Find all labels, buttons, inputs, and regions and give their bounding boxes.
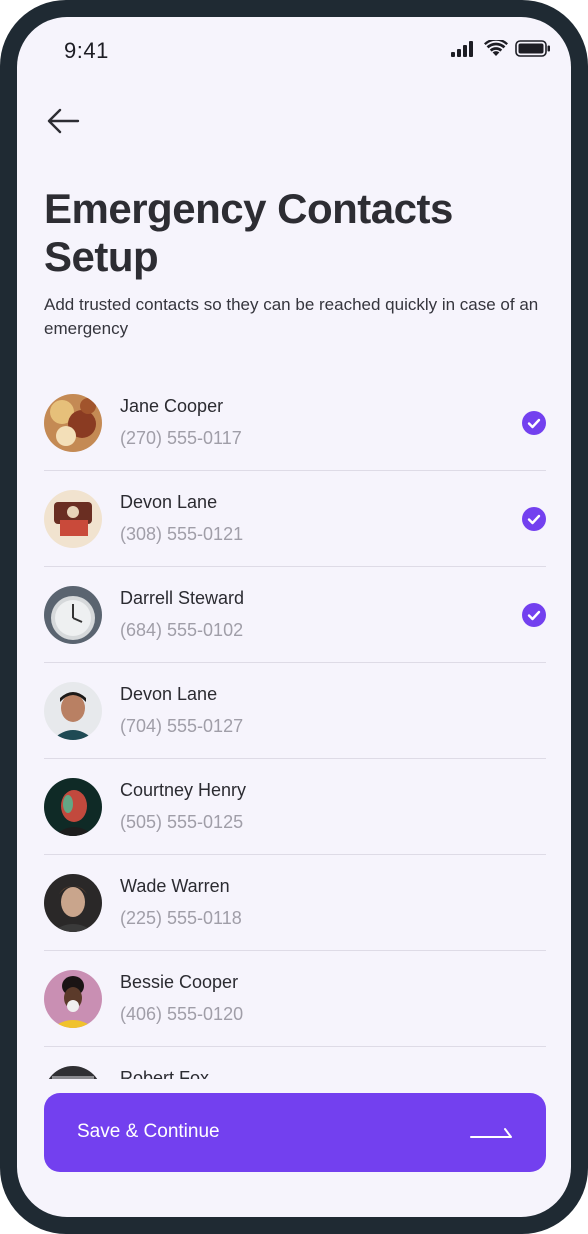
avatar — [44, 874, 102, 932]
page-title-line-2: Setup — [44, 233, 159, 280]
contact-name: Jane Cooper — [120, 396, 224, 416]
contact-list: Jane Cooper (270) 555-0117 Devon Lane (3… — [44, 375, 546, 1079]
page-title-line-1: Emergency Contacts — [44, 185, 453, 232]
page-title: Emergency Contacts Setup — [44, 185, 554, 281]
contact-row[interactable]: Courtney Henry (505) 555-0125 — [44, 759, 546, 855]
contact-name: Devon Lane — [120, 492, 218, 512]
contact-phone: (225) 555-0118 — [120, 908, 242, 928]
contact-name: Bessie Cooper — [120, 972, 239, 992]
avatar — [44, 682, 102, 740]
contact-row[interactable]: Robert Fox — [44, 1047, 546, 1079]
contact-name: Devon Lane — [120, 684, 218, 704]
screen: 9:41 Emergency Contacts Setup Add truste… — [17, 17, 571, 1217]
contact-row[interactable]: Devon Lane (704) 555-0127 — [44, 663, 546, 759]
avatar — [44, 394, 102, 452]
save-continue-button[interactable]: Save & Continue — [44, 1093, 546, 1172]
contact-name: Courtney Henry — [120, 780, 247, 800]
check-circle-icon[interactable] — [522, 411, 546, 435]
battery-icon — [515, 40, 550, 57]
arrow-right-icon — [470, 1128, 512, 1138]
avatar — [44, 490, 102, 548]
wifi-icon — [484, 40, 508, 56]
contact-name: Robert Fox — [120, 1068, 210, 1079]
contact-name: Darrell Steward — [120, 588, 245, 608]
contact-row[interactable]: Devon Lane (308) 555-0121 — [44, 471, 546, 567]
avatar — [44, 778, 102, 836]
back-button[interactable] — [44, 103, 84, 139]
signal-icon — [451, 40, 473, 57]
phone-frame: 9:41 Emergency Contacts Setup Add truste… — [0, 0, 588, 1234]
check-circle-icon[interactable] — [522, 507, 546, 531]
contact-name: Wade Warren — [120, 876, 230, 896]
contact-phone: (308) 555-0121 — [120, 524, 244, 544]
status-icons — [451, 40, 551, 57]
arrow-left-icon — [47, 108, 80, 134]
avatar — [44, 1066, 102, 1079]
save-continue-label: Save & Continue — [77, 1121, 220, 1142]
avatar — [44, 970, 102, 1028]
contact-row[interactable]: Bessie Cooper (406) 555-0120 — [44, 951, 546, 1047]
contact-phone: (704) 555-0127 — [120, 716, 244, 736]
contact-phone: (684) 555-0102 — [120, 620, 244, 640]
contact-phone: (505) 555-0125 — [120, 812, 244, 832]
contact-phone: (270) 555-0117 — [120, 428, 242, 448]
contact-row[interactable]: Darrell Steward (684) 555-0102 — [44, 567, 546, 663]
contact-row[interactable]: Jane Cooper (270) 555-0117 — [44, 375, 546, 471]
status-time: 9:41 — [64, 38, 109, 63]
contact-phone: (406) 555-0120 — [120, 1004, 244, 1024]
check-circle-icon[interactable] — [522, 603, 546, 627]
contact-row[interactable]: Wade Warren (225) 555-0118 — [44, 855, 546, 951]
avatar — [44, 586, 102, 644]
page-subtitle: Add trusted contacts so they can be reac… — [44, 295, 539, 338]
